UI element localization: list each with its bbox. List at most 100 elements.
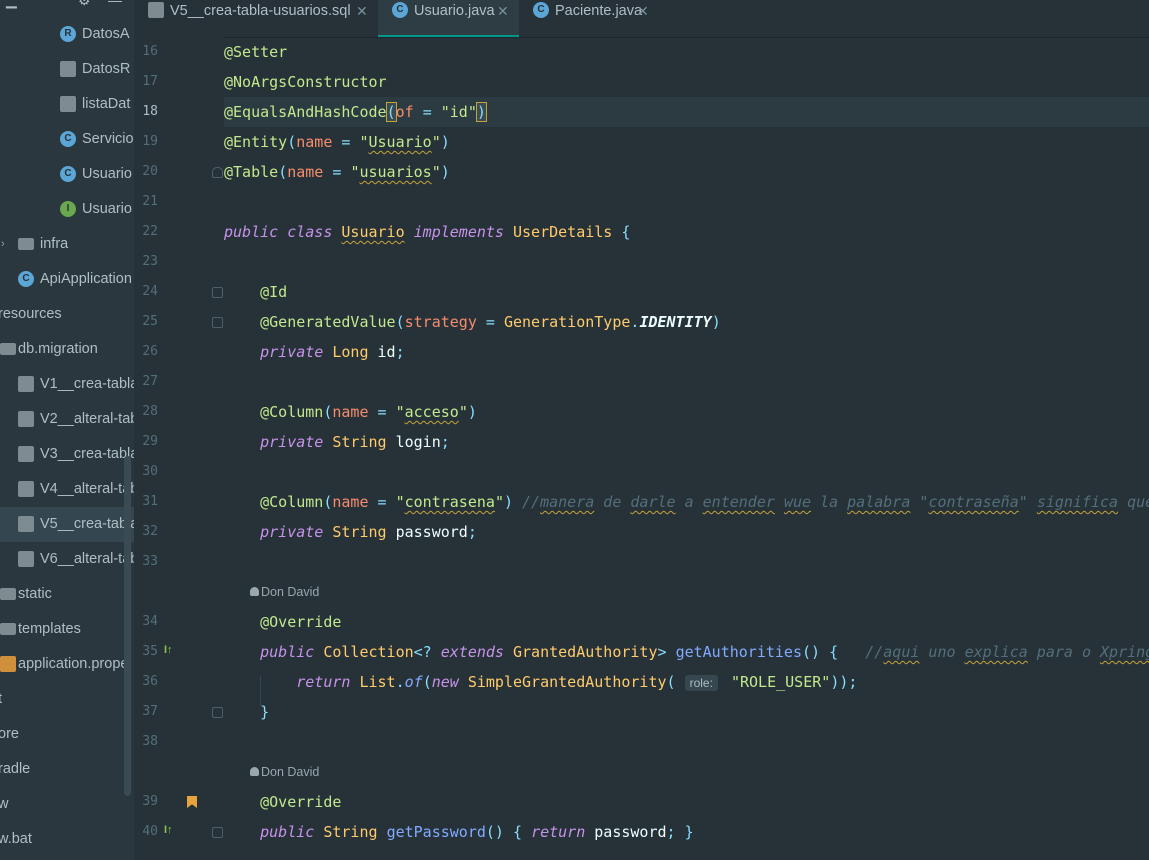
close-icon[interactable]: ✕ <box>356 0 368 22</box>
tree-item-label: static <box>18 586 52 602</box>
line-number: 28 <box>142 404 158 419</box>
code-line[interactable] <box>224 727 1149 757</box>
project-tree: ▁ ⌃ ⚙ — R DatosA DatosR listaDat C Servicio C U… <box>0 0 135 860</box>
code-line[interactable]: @Column(name = "contrasena") //manera de… <box>224 487 1149 517</box>
implements-marker-icon[interactable]: I↑ <box>164 824 173 836</box>
tree-item[interactable]: C ApiApplication <box>0 262 134 297</box>
code-line[interactable]: public String getPassword() { return pas… <box>224 817 1149 847</box>
hide-icon[interactable]: — <box>108 0 122 8</box>
fold-marker-icon[interactable] <box>212 707 223 718</box>
tree-item-label: DatosA <box>82 26 130 42</box>
line-number: 18 <box>142 104 158 119</box>
fold-marker-icon[interactable] <box>212 167 223 178</box>
fold-marker-icon[interactable] <box>212 287 223 298</box>
code-line[interactable]: @Id <box>224 277 1149 307</box>
tab-v5-crea-tabla-usuarios-sql[interactable]: V5__crea-tabla-usuarios.sql ✕ <box>134 0 378 37</box>
tree-item-label: resources <box>0 306 62 322</box>
line-number: 31 <box>142 494 158 509</box>
editor-gutter: 16 17 18 19 20 21 22 23 24 25 26 27 28 29 30 31 32 33 34 35… <box>134 37 224 860</box>
code-line[interactable]: private Long id; <box>224 337 1149 367</box>
gear-icon[interactable]: ⚙ <box>78 0 91 8</box>
author-hint[interactable]: Don David <box>261 577 319 607</box>
collapse-all-icon[interactable]: ▁ <box>6 0 17 8</box>
record-file-icon <box>60 96 76 112</box>
tree-item[interactable]: radle <box>0 752 134 787</box>
line-number: 27 <box>142 374 158 389</box>
tree-item[interactable]: w <box>0 787 134 822</box>
spring-app-icon: C <box>18 271 34 287</box>
code-line[interactable] <box>224 247 1149 277</box>
tree-item[interactable]: ore <box>0 717 134 752</box>
code-line[interactable] <box>224 547 1149 577</box>
tree-item-label: V5__crea-tabla <box>40 516 135 532</box>
tree-item[interactable]: R DatosA <box>0 17 134 52</box>
fold-marker-icon[interactable] <box>212 827 223 838</box>
tree-item[interactable]: db.migration <box>0 332 134 367</box>
implements-marker-icon[interactable]: I↑ <box>164 644 173 656</box>
line-number: 39 <box>142 794 158 809</box>
tree-item[interactable]: V2__alteral-tab <box>0 402 134 437</box>
tree-item[interactable]: static <box>0 577 134 612</box>
code-line[interactable] <box>224 457 1149 487</box>
tree-item-label: Servicio <box>82 131 134 147</box>
bookmark-icon[interactable] <box>187 796 197 808</box>
code-editor[interactable]: @Setter @NoArgsConstructor @EqualsAndHashC… <box>224 37 1149 860</box>
tab-label: Usuario.java <box>414 3 495 19</box>
tree-item[interactable]: t <box>0 682 134 717</box>
code-line[interactable]: return List.of(new SimpleGrantedAuthorit… <box>224 667 1149 697</box>
line-number: 23 <box>142 254 158 269</box>
tab-usuario-java[interactable]: C Usuario.java ✕ <box>378 0 519 37</box>
code-line[interactable]: @Setter <box>224 37 1149 67</box>
code-line[interactable]: @Table(name = "usuarios") <box>224 157 1149 187</box>
tree-item[interactable]: V5__crea-tabla <box>0 507 134 542</box>
tree-item[interactable]: w.bat <box>0 822 134 857</box>
code-line[interactable]: @EqualsAndHashCode(of = "id") <box>224 97 1149 127</box>
tree-scrollbar[interactable] <box>124 456 131 796</box>
code-line[interactable]: @GeneratedValue(strategy = GenerationTyp… <box>224 307 1149 337</box>
close-icon[interactable]: ✕ <box>637 0 649 22</box>
line-number: 30 <box>142 464 158 479</box>
code-line[interactable]: private String login; <box>224 427 1149 457</box>
code-line[interactable]: public Collection<? extends GrantedAutho… <box>224 637 1149 667</box>
tree-item-label: w <box>0 787 8 822</box>
properties-file-icon <box>0 656 16 672</box>
tree-item[interactable]: C Servicio <box>0 122 134 157</box>
code-line[interactable]: } <box>224 697 1149 727</box>
code-line[interactable]: @Column(name = "acceso") <box>224 397 1149 427</box>
code-line[interactable]: private String password; <box>224 517 1149 547</box>
expand-arrow-icon[interactable]: › <box>1 227 5 262</box>
tree-item[interactable]: DatosR <box>0 52 134 87</box>
tree-item[interactable]: C Usuario <box>0 157 134 192</box>
code-line[interactable]: @Override <box>224 787 1149 817</box>
tree-item[interactable]: listaDat <box>0 87 134 122</box>
tree-item[interactable]: V3__crea-tabla <box>0 437 134 472</box>
code-line[interactable]: @Entity(name = "Usuario") <box>224 127 1149 157</box>
code-line[interactable] <box>224 187 1149 217</box>
tree-item[interactable]: application.prope <box>0 647 134 682</box>
fold-marker-icon[interactable] <box>212 317 223 328</box>
sql-file-icon <box>148 2 164 18</box>
code-line[interactable]: @Override <box>224 607 1149 637</box>
close-icon[interactable]: ✕ <box>497 0 509 22</box>
tree-item[interactable]: resources <box>0 297 134 332</box>
tab-label: Paciente.java <box>555 3 643 19</box>
line-number: 35 <box>142 644 158 659</box>
sql-file-icon <box>18 516 34 532</box>
tab-paciente-java[interactable]: C Paciente.java ✕ <box>519 0 659 37</box>
code-line[interactable]: public class Usuario implements UserDeta… <box>224 217 1149 247</box>
tree-item-label: V1__crea-tabla <box>40 376 135 392</box>
tree-item[interactable]: V1__crea-tabla <box>0 367 134 402</box>
expand-all-icon[interactable]: ⌃ <box>38 0 50 8</box>
tree-item[interactable]: › infra <box>0 227 134 262</box>
tree-item[interactable]: V6__alteral-tab <box>0 542 134 577</box>
tree-item[interactable]: V4__alteral-tab <box>0 472 134 507</box>
line-number: 34 <box>142 614 158 629</box>
code-line[interactable] <box>224 367 1149 397</box>
class-c-icon: C <box>392 2 408 18</box>
sql-file-icon <box>18 446 34 462</box>
sql-file-icon <box>18 376 34 392</box>
tree-item[interactable]: templates <box>0 612 134 647</box>
tree-item[interactable]: I Usuario <box>0 192 134 227</box>
code-line[interactable]: @NoArgsConstructor <box>224 67 1149 97</box>
author-hint[interactable]: Don David <box>261 757 319 787</box>
